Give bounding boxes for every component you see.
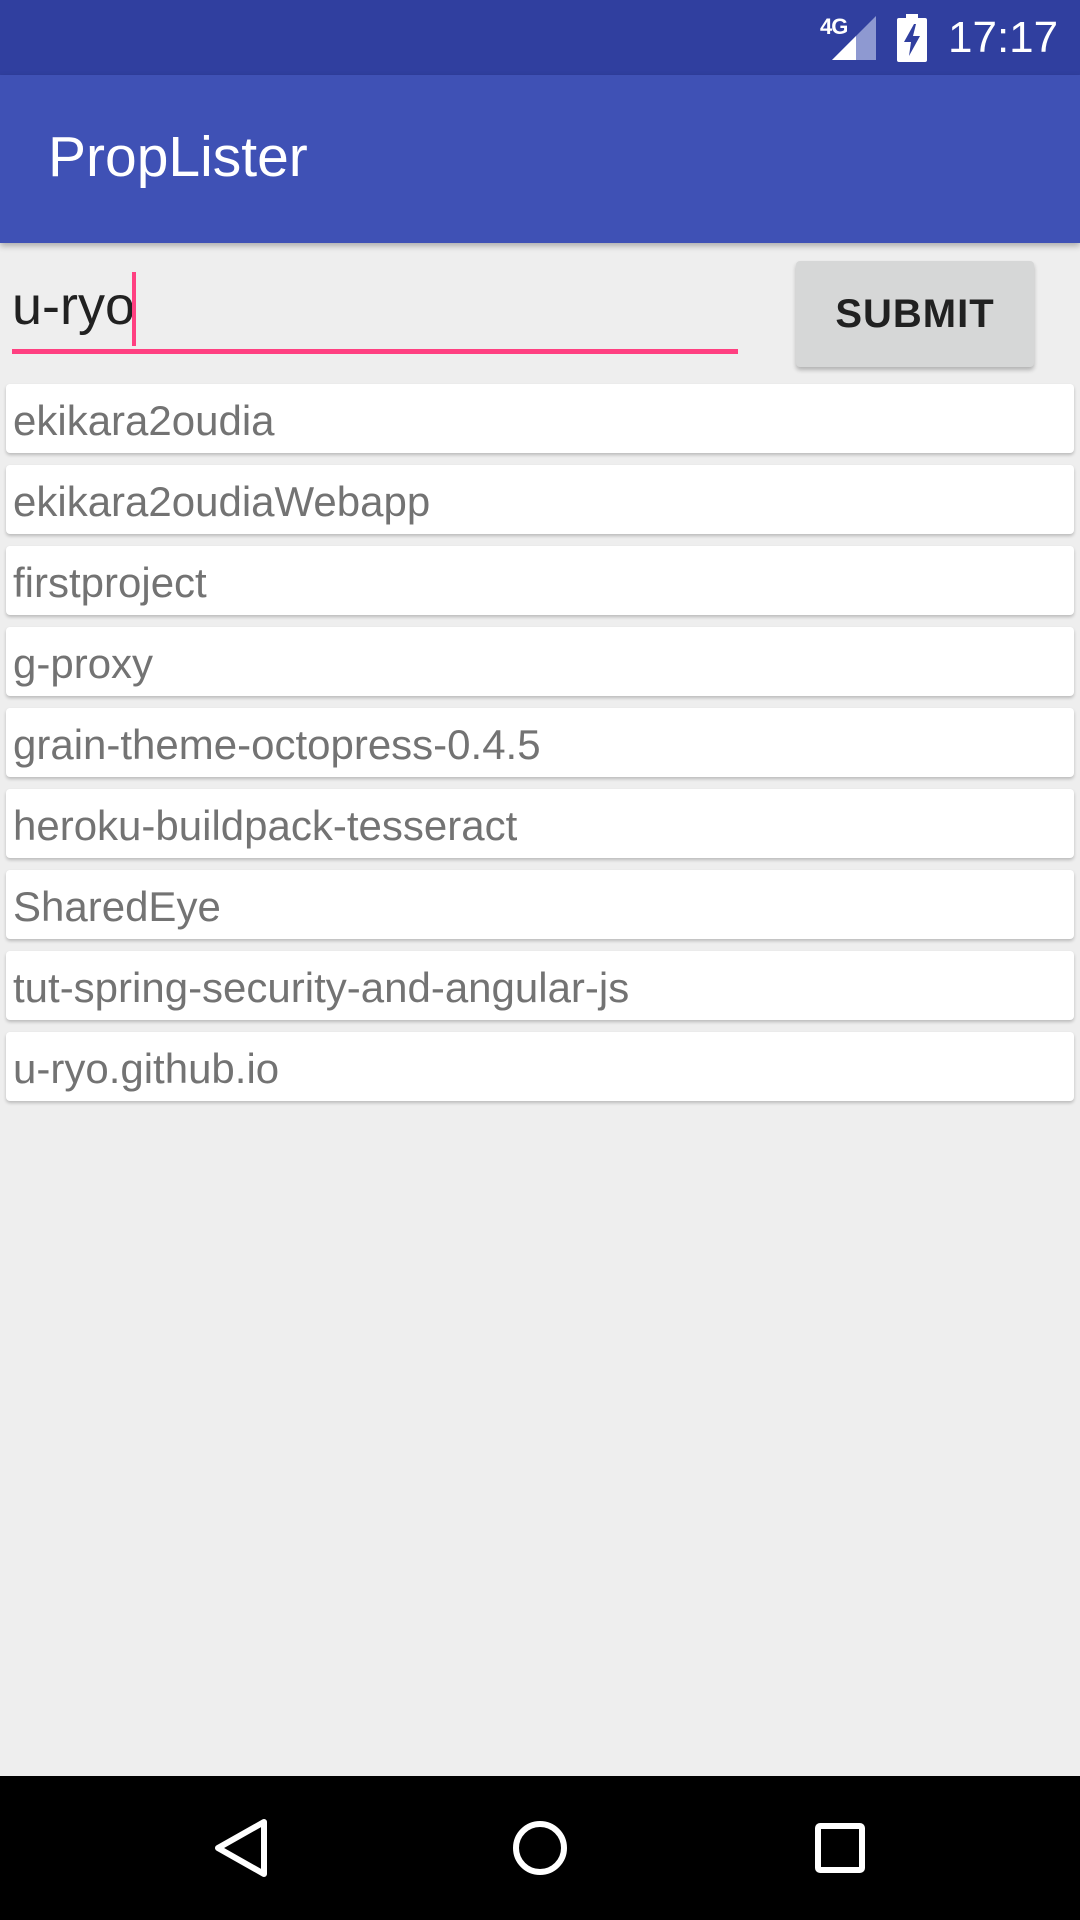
- repo-item-label: u-ryo.github.io: [13, 1045, 280, 1092]
- repo-item[interactable]: tut-spring-security-and-angular-js: [6, 951, 1074, 1020]
- repo-item-label: ekikara2oudiaWebapp: [13, 478, 431, 525]
- text-cursor: [132, 272, 136, 346]
- recents-icon[interactable]: [790, 1798, 890, 1898]
- repo-item[interactable]: g-proxy: [6, 627, 1074, 696]
- back-icon[interactable]: [190, 1798, 290, 1898]
- navigation-bar: [0, 1776, 1080, 1920]
- repo-list: ekikara2oudia ekikara2oudiaWebapp firstp…: [6, 384, 1074, 1113]
- repo-item[interactable]: grain-theme-octopress-0.4.5: [6, 708, 1074, 777]
- repo-item[interactable]: firstproject: [6, 546, 1074, 615]
- home-icon[interactable]: [490, 1798, 590, 1898]
- repo-item-label: g-proxy: [13, 640, 154, 687]
- repo-item[interactable]: ekikara2oudia: [6, 384, 1074, 453]
- repo-item-label: grain-theme-octopress-0.4.5: [13, 721, 541, 768]
- repo-item[interactable]: heroku-buildpack-tesseract: [6, 789, 1074, 858]
- repo-item[interactable]: u-ryo.github.io: [6, 1032, 1074, 1101]
- repo-item[interactable]: ekikara2oudiaWebapp: [6, 465, 1074, 534]
- cellular-signal-icon: [832, 16, 876, 60]
- app-bar: PropLister: [0, 75, 1080, 243]
- username-input[interactable]: [12, 262, 738, 354]
- repo-item-label: tut-spring-security-and-angular-js: [13, 964, 630, 1011]
- submit-button[interactable]: SUBMIT: [796, 261, 1034, 367]
- repo-item[interactable]: SharedEye: [6, 870, 1074, 939]
- repo-item-label: heroku-buildpack-tesseract: [13, 802, 518, 849]
- status-bar: 4G 17:17: [0, 0, 1080, 75]
- battery-charging-icon: [897, 14, 927, 62]
- app-title: PropLister: [48, 125, 308, 189]
- status-clock: 17:17: [948, 13, 1059, 62]
- repo-item-label: SharedEye: [13, 883, 221, 930]
- repo-item-label: firstproject: [13, 559, 207, 606]
- repo-item-label: ekikara2oudia: [13, 397, 275, 444]
